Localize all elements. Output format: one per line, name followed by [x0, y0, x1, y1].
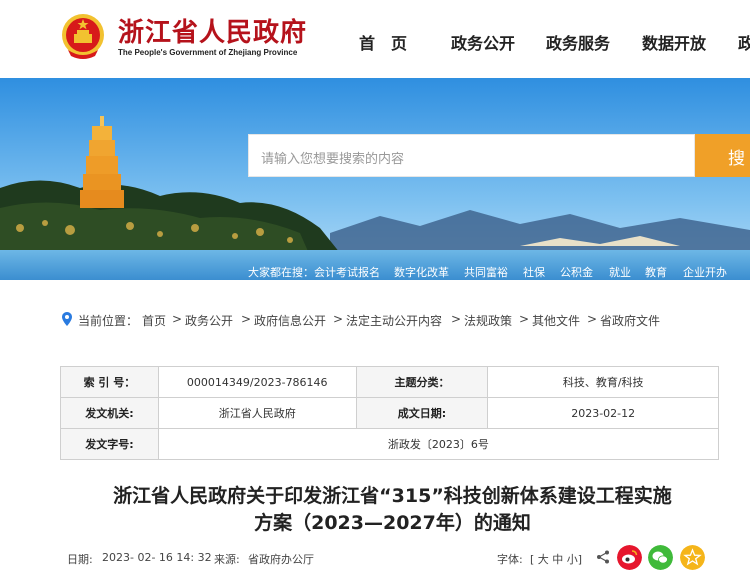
- breadcrumb-separator: >: [172, 312, 183, 326]
- document-info-table: 索 引 号： 000014349/2023-786146 主题分类： 科技、教育…: [60, 366, 720, 460]
- favorite-star-icon[interactable]: [680, 545, 705, 570]
- breadcrumb-item[interactable]: 其他文件: [532, 312, 580, 329]
- hot-term[interactable]: 数字化改革: [394, 264, 449, 280]
- hot-term[interactable]: 教育: [645, 264, 667, 280]
- breadcrumb-separator: >: [587, 312, 598, 326]
- date-label: 成文日期:: [355, 397, 489, 429]
- nav-more[interactable]: 政: [738, 30, 750, 54]
- search-input[interactable]: 请输入您想要搜索的内容: [248, 134, 695, 177]
- publish-date-value: 2023- 02- 16 14: 32: [102, 551, 212, 564]
- breadcrumb-label: 当前位置：: [78, 314, 139, 328]
- weibo-share-icon[interactable]: [617, 545, 642, 570]
- banner-landscape-image: [0, 78, 750, 280]
- nav-gov-services[interactable]: 政务服务: [546, 30, 610, 54]
- nav-data-open[interactable]: 数据开放: [642, 30, 706, 54]
- breadcrumb-separator: >: [333, 312, 344, 326]
- docno-label: 发文字号:: [60, 428, 159, 460]
- site-header: 浙江省人民政府 The People's Government of Zheji…: [0, 0, 750, 78]
- wechat-share-icon[interactable]: [648, 545, 673, 570]
- docno-value: 浙政发〔2023〕6号: [157, 428, 720, 460]
- nav-gov-affairs-open[interactable]: 政务公开: [451, 30, 515, 54]
- national-emblem-icon[interactable]: [60, 12, 106, 60]
- issuer-label: 发文机关:: [60, 397, 159, 429]
- site-title[interactable]: 浙江省人民政府: [118, 12, 307, 49]
- breadcrumb-item[interactable]: 政务公开: [185, 312, 233, 329]
- hot-term[interactable]: 共同富裕: [464, 264, 508, 280]
- breadcrumb-separator: >: [451, 312, 462, 326]
- category-value: 科技、教育/科技: [487, 366, 719, 398]
- breadcrumb-separator: >: [241, 312, 252, 326]
- hot-term[interactable]: 会计考试报名: [314, 264, 380, 280]
- date-value: 2023-02-12: [487, 397, 719, 429]
- share-icon[interactable]: [596, 550, 610, 564]
- breadcrumb-item[interactable]: 法定主动公开内容: [346, 312, 442, 329]
- article-title-line1: 浙江省人民政府关于印发浙江省“315”科技创新体系建设工程实施: [113, 485, 672, 507]
- index-label: 索 引 号：: [60, 366, 159, 398]
- table-row: 发文字号: 浙政发〔2023〕6号: [60, 428, 720, 460]
- hot-term[interactable]: 企业开办: [683, 264, 727, 280]
- hot-search-prefix: 大家都在搜：: [248, 266, 314, 279]
- location-pin-icon: [62, 312, 72, 326]
- font-size-selector[interactable]: [ 大 中 小]: [530, 551, 582, 567]
- breadcrumb-item[interactable]: 政府信息公开: [254, 312, 326, 329]
- hot-term[interactable]: 公积金: [560, 264, 593, 280]
- table-row: 发文机关: 浙江省人民政府 成文日期: 2023-02-12: [60, 397, 719, 429]
- table-row: 索 引 号： 000014349/2023-786146 主题分类： 科技、教育…: [60, 366, 719, 398]
- publish-date-label: 日期:: [67, 553, 93, 566]
- breadcrumb-item[interactable]: 法规政策: [464, 312, 512, 329]
- site-subtitle: The People's Government of Zhejiang Prov…: [118, 48, 298, 57]
- font-size-label: 字体:: [497, 553, 523, 566]
- article-title-line2: 方案（2023—2027年）的通知: [254, 512, 531, 534]
- issuer-value: 浙江省人民政府: [157, 397, 357, 429]
- source-label: 来源:: [214, 553, 240, 566]
- hot-term[interactable]: 社保: [523, 264, 545, 280]
- breadcrumb-separator: >: [519, 312, 530, 326]
- source-value: 省政府办公厅: [248, 553, 314, 566]
- hot-term[interactable]: 就业: [609, 264, 631, 280]
- breadcrumb-item-home[interactable]: 首页: [142, 312, 166, 329]
- category-label: 主题分类：: [355, 366, 489, 398]
- search-button[interactable]: 搜: [695, 134, 750, 177]
- index-value: 000014349/2023-786146: [157, 366, 357, 398]
- breadcrumb-item-current[interactable]: 省政府文件: [600, 312, 660, 329]
- nav-home[interactable]: 首 页: [359, 30, 407, 54]
- banner: 大家都在搜： 会计考试报名 数字化改革 共同富裕 社保 公积金 就业 教育 企业…: [0, 78, 750, 280]
